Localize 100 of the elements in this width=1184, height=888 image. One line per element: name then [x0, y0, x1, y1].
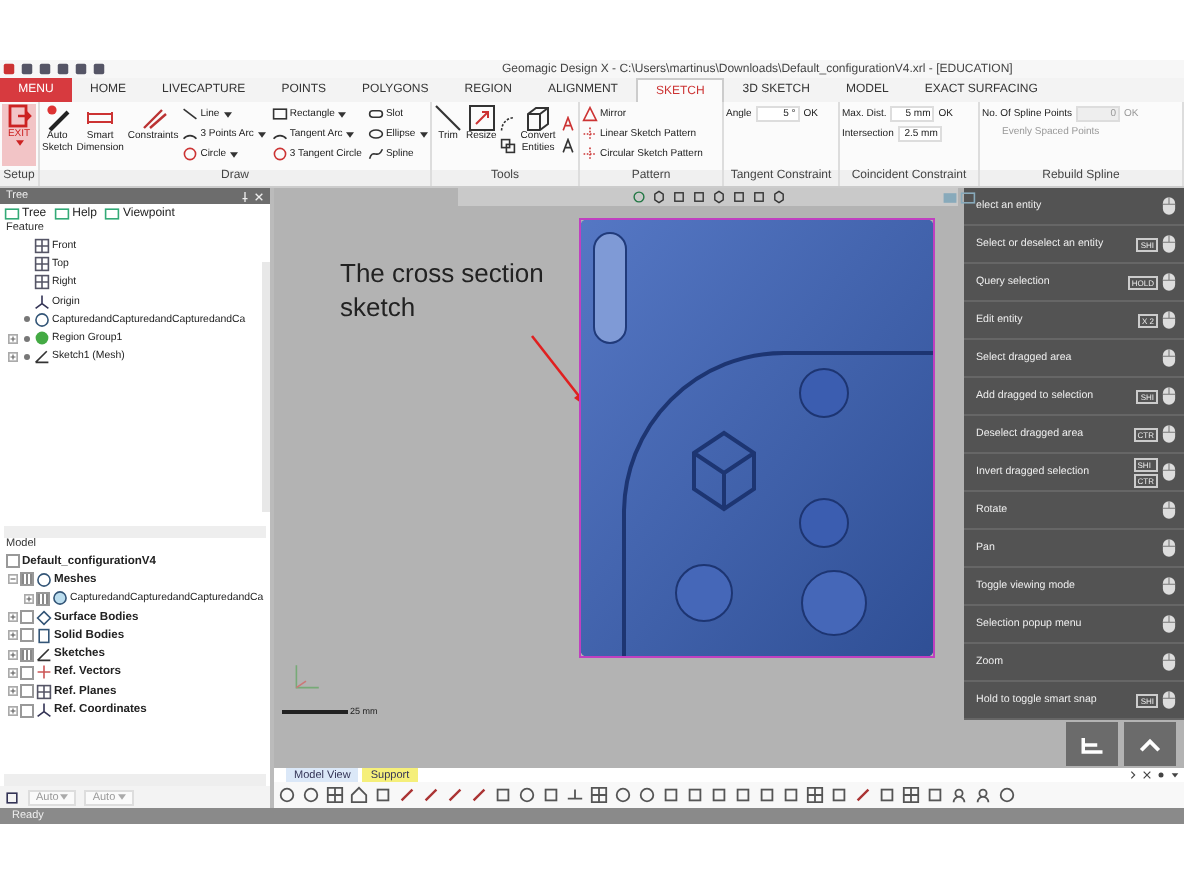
mouse-icon: [1162, 614, 1176, 634]
square-icon[interactable]: [751, 190, 765, 204]
mouse-icon: [1162, 500, 1176, 520]
vector-icon: [36, 664, 52, 681]
slot-icon: [367, 106, 384, 122]
expand-toggle[interactable]: [8, 686, 18, 697]
expand-toggle[interactable]: [24, 593, 34, 604]
expand-toggle[interactable]: [8, 649, 18, 660]
window-icon: [54, 205, 71, 221]
dotted-cross-icon: [582, 146, 598, 162]
square-icon[interactable]: [691, 190, 705, 204]
expand-toggle[interactable]: [7, 351, 17, 362]
expand-toggle[interactable]: [7, 333, 17, 344]
origin-icon: [34, 293, 50, 310]
mouse-icon: [1162, 462, 1176, 482]
square-icon[interactable]: [878, 786, 896, 804]
grid-icon[interactable]: [902, 786, 920, 804]
collapse-button[interactable]: [1124, 722, 1176, 766]
circle-icon: [182, 146, 199, 162]
checkbox[interactable]: [20, 610, 34, 625]
crop-icon[interactable]: [4, 789, 20, 805]
mouse-icon: [1162, 196, 1176, 216]
line-icon: [182, 106, 199, 122]
square-icon[interactable]: [830, 786, 848, 804]
caret-icon: [60, 794, 69, 800]
ellipse-icon: [367, 126, 384, 142]
square-icon[interactable]: [758, 786, 776, 804]
checkbox[interactable]: [20, 703, 34, 718]
expand-toggle[interactable]: [8, 574, 18, 585]
square-icon[interactable]: [662, 786, 680, 804]
surface-icon: [36, 609, 52, 626]
cube-icon: [524, 104, 553, 132]
sphere-icon[interactable]: [518, 786, 536, 804]
pen-icon: [43, 104, 72, 132]
square-icon[interactable]: [494, 786, 512, 804]
cube-icon[interactable]: [651, 190, 665, 204]
expand-toggle[interactable]: [8, 705, 18, 716]
square-icon[interactable]: [782, 786, 800, 804]
plane-icon: [36, 683, 52, 700]
rectangle-icon: [271, 106, 288, 122]
mouse-icon: [1162, 386, 1176, 406]
dashed-arc-icon[interactable]: [500, 116, 517, 132]
square-icon[interactable]: [926, 786, 944, 804]
sketch-icon: [36, 646, 52, 663]
mouse-icon: [1162, 652, 1176, 672]
grid-icon[interactable]: [806, 786, 824, 804]
person-icon[interactable]: [974, 786, 992, 804]
cube-icon[interactable]: [711, 190, 725, 204]
person-icon[interactable]: [950, 786, 968, 804]
checkbox[interactable]: [20, 665, 34, 680]
pencil-icon[interactable]: [854, 786, 872, 804]
square-icon[interactable]: [734, 786, 752, 804]
grid-icon[interactable]: [590, 786, 608, 804]
solid-icon: [36, 627, 52, 644]
scale-bar: [282, 709, 348, 713]
dotted-cross-icon: [582, 126, 598, 142]
visibility-dot[interactable]: [23, 335, 29, 342]
mouse-icon: [1162, 424, 1176, 444]
square-icon[interactable]: [710, 786, 728, 804]
sphere-icon[interactable]: [998, 786, 1016, 804]
visibility-dot[interactable]: [23, 353, 29, 360]
square-icon[interactable]: [686, 786, 704, 804]
grid-icon[interactable]: [326, 786, 344, 804]
checkbox[interactable]: [20, 572, 34, 587]
checkbox[interactable]: [20, 628, 34, 643]
square-icon[interactable]: [542, 786, 560, 804]
mesh-icon: [34, 311, 50, 328]
circle-icon: [271, 146, 288, 162]
panel-toggle-button[interactable]: [1066, 722, 1118, 766]
close-icon[interactable]: [1142, 770, 1152, 780]
dock-icon: [1078, 733, 1106, 755]
resize-icon: [467, 104, 496, 132]
checkbox[interactable]: [6, 554, 20, 569]
checkbox[interactable]: [20, 647, 34, 662]
expand-toggle[interactable]: [8, 612, 18, 623]
line-icon: [434, 104, 462, 132]
visibility-dot[interactable]: [23, 316, 29, 323]
plane-icon[interactable]: [566, 786, 584, 804]
mouse-icon: [1162, 234, 1176, 254]
house-icon[interactable]: [350, 786, 368, 804]
triangle-icon: [582, 106, 598, 122]
square-icon[interactable]: [731, 190, 745, 204]
cube-icon[interactable]: [771, 190, 785, 204]
mouse-icon: [1162, 348, 1176, 368]
sphere-icon[interactable]: [631, 190, 645, 204]
axis-triad-icon: [290, 662, 322, 694]
copy-icon[interactable]: [500, 138, 517, 154]
chevron-right-icon[interactable]: [1128, 770, 1138, 780]
checkbox[interactable]: [36, 591, 50, 606]
exit-icon: [7, 104, 31, 128]
text-icon[interactable]: [559, 138, 576, 154]
mouse-icon: [1162, 690, 1176, 710]
mouse-icon: [1162, 538, 1176, 558]
square-icon[interactable]: [374, 786, 392, 804]
window-icon: [104, 205, 121, 221]
checkbox[interactable]: [20, 684, 34, 699]
square-icon[interactable]: [671, 190, 685, 204]
expand-toggle[interactable]: [8, 667, 18, 678]
expand-toggle[interactable]: [8, 630, 18, 641]
chevron-up-icon: [1136, 733, 1164, 755]
